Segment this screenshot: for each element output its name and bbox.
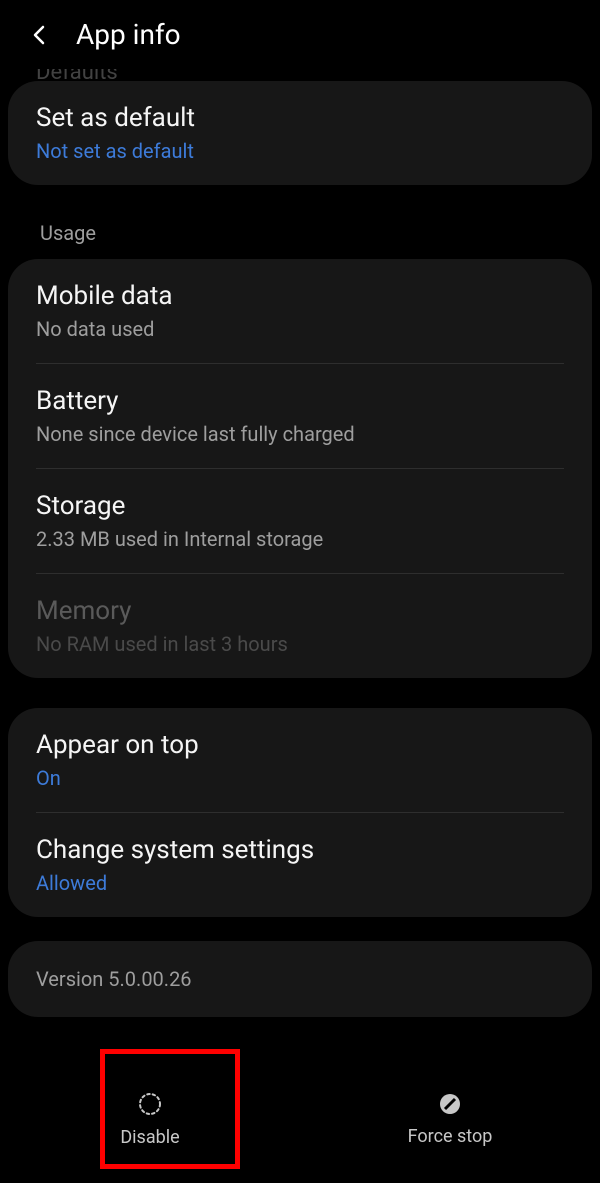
- row-memory: Memory No RAM used in last 3 hours: [8, 574, 592, 678]
- page-title: App info: [76, 18, 181, 51]
- row-title: Change system settings: [36, 835, 564, 865]
- card-usage: Mobile data No data used Battery None si…: [8, 259, 592, 678]
- row-storage[interactable]: Storage 2.33 MB used in Internal storage: [8, 469, 592, 573]
- row-subtitle: No data used: [36, 317, 564, 341]
- row-battery[interactable]: Battery None since device last fully cha…: [8, 364, 592, 468]
- row-subtitle: No RAM used in last 3 hours: [36, 632, 564, 656]
- button-label: Disable: [120, 1127, 179, 1148]
- stop-icon: [438, 1092, 462, 1116]
- row-subtitle: On: [36, 766, 564, 790]
- force-stop-button[interactable]: Force stop: [300, 1055, 600, 1183]
- card-advanced: Appear on top On Change system settings …: [8, 708, 592, 917]
- row-title: Appear on top: [36, 730, 564, 760]
- header: App info: [0, 0, 600, 69]
- section-label-usage: Usage: [8, 197, 592, 259]
- row-change-system-settings[interactable]: Change system settings Allowed: [8, 813, 592, 917]
- card-version: Version 5.0.00.26: [8, 941, 592, 1017]
- row-subtitle: Not set as default: [36, 139, 564, 163]
- row-title: Mobile data: [36, 281, 564, 311]
- back-icon[interactable]: [28, 23, 52, 47]
- row-title: Set as default: [36, 103, 564, 133]
- version-text: Version 5.0.00.26: [36, 967, 564, 991]
- row-subtitle: None since device last fully charged: [36, 422, 564, 446]
- disable-icon: [137, 1091, 163, 1117]
- row-set-as-default[interactable]: Set as default Not set as default: [8, 81, 592, 185]
- button-label: Force stop: [408, 1126, 493, 1147]
- bottom-bar: Disable Force stop: [0, 1055, 600, 1183]
- row-title: Battery: [36, 386, 564, 416]
- content-scroll[interactable]: Defaults Set as default Not set as defau…: [0, 69, 600, 1017]
- row-title: Storage: [36, 491, 564, 521]
- card-defaults: Set as default Not set as default: [8, 81, 592, 185]
- section-label-defaults-cutoff: Defaults: [8, 69, 592, 81]
- row-title: Memory: [36, 596, 564, 626]
- row-mobile-data[interactable]: Mobile data No data used: [8, 259, 592, 363]
- row-appear-on-top[interactable]: Appear on top On: [8, 708, 592, 812]
- row-subtitle: Allowed: [36, 871, 564, 895]
- disable-button[interactable]: Disable: [0, 1055, 300, 1183]
- row-subtitle: 2.33 MB used in Internal storage: [36, 527, 564, 551]
